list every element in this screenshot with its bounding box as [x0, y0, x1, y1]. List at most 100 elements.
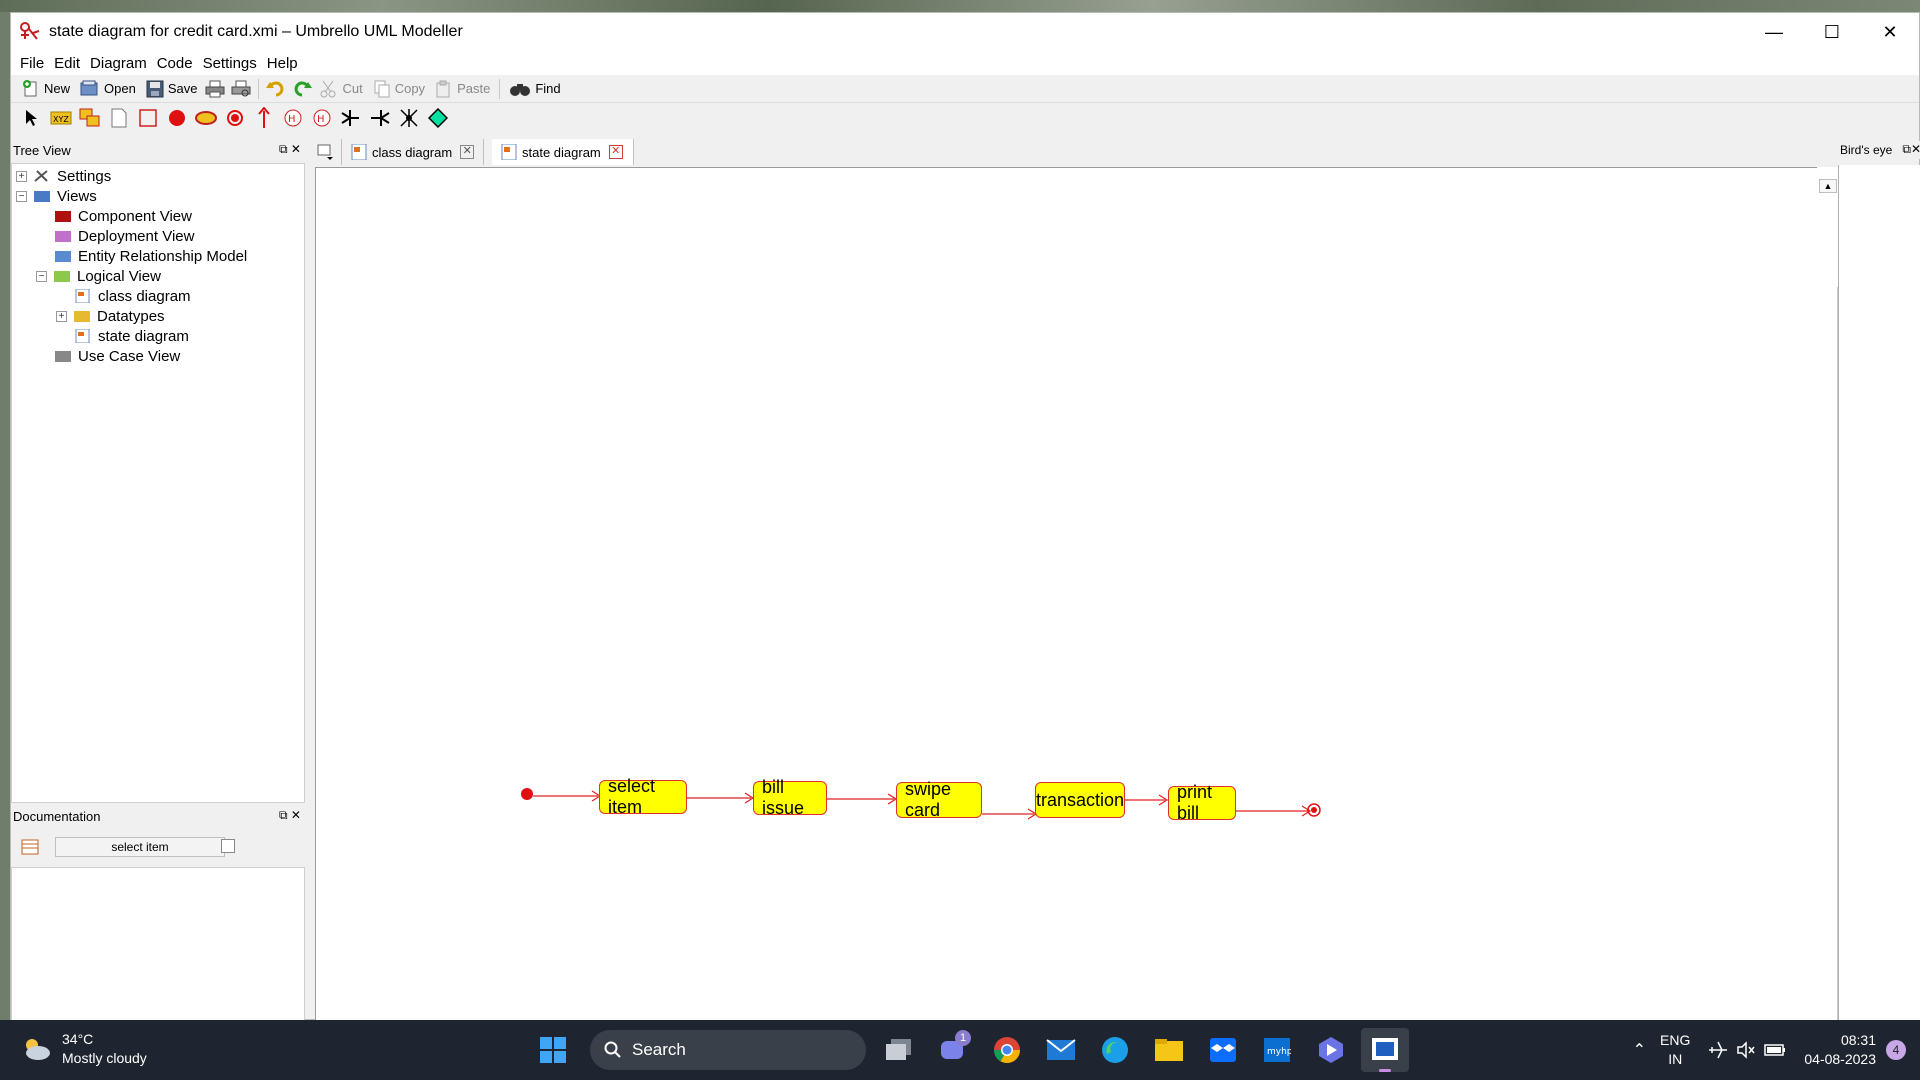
collapse-toggle[interactable]: −: [16, 190, 27, 202]
birds-eye-view[interactable]: [1838, 165, 1920, 1033]
documentation-checkbox[interactable]: [221, 839, 235, 853]
tree-item-entity-relationship-model[interactable]: Entity Relationship Model: [54, 246, 247, 266]
panel-float-close-controls[interactable]: ⧉ ✕: [279, 142, 301, 157]
select-tool[interactable]: [17, 104, 46, 132]
box-outline-tool[interactable]: [133, 104, 162, 132]
show-hidden-icons-button[interactable]: ⌃: [1633, 1040, 1646, 1060]
main-toolbar: New Open Save Cut Copy Paste Find: [11, 75, 1919, 103]
scroll-up-arrow-icon[interactable]: ▲: [1819, 179, 1837, 193]
initial-state[interactable]: [521, 788, 533, 800]
minimize-button[interactable]: —: [1745, 13, 1803, 51]
chrome-button[interactable]: [983, 1028, 1031, 1072]
tree-item-views[interactable]: − Views: [16, 186, 97, 206]
shallow-history-tool[interactable]: H: [307, 104, 336, 132]
menu-settings[interactable]: Settings: [203, 55, 257, 72]
final-state-icon: [226, 110, 243, 126]
box-tool[interactable]: [75, 104, 104, 132]
dropbox-button[interactable]: [1199, 1028, 1247, 1072]
documentation-item-name[interactable]: select item: [55, 837, 225, 857]
class-icon: [21, 839, 39, 855]
state-select-item[interactable]: select item: [599, 776, 687, 817]
print-button[interactable]: [202, 76, 228, 102]
mail-button[interactable]: [1037, 1028, 1085, 1072]
fork-tool[interactable]: [365, 104, 394, 132]
menu-edit[interactable]: Edit: [54, 55, 80, 72]
tree-item-logical-view[interactable]: − Logical View: [36, 266, 161, 286]
final-state-tool[interactable]: [220, 104, 249, 132]
undo-button[interactable]: [263, 76, 289, 102]
tab-class-diagram[interactable]: class diagram ✕: [342, 139, 484, 165]
state-tool[interactable]: [191, 104, 220, 132]
text-tool[interactable]: XYZ: [46, 104, 75, 132]
state-icon: [194, 111, 217, 125]
tree-item-state-diagram[interactable]: state diagram: [74, 326, 189, 346]
umbrello-taskbar-button[interactable]: [1361, 1028, 1409, 1072]
join-tool[interactable]: [336, 104, 365, 132]
state-swipe-card[interactable]: swipe card: [896, 779, 982, 820]
myhp-button[interactable]: myhp: [1253, 1028, 1301, 1072]
menu-code[interactable]: Code: [157, 55, 193, 72]
new-button[interactable]: New: [17, 76, 75, 102]
airplane-mode-icon[interactable]: [1708, 1041, 1728, 1059]
task-view-icon: [886, 1039, 911, 1060]
panel-float-close-controls[interactable]: ⧉✕: [1902, 142, 1920, 157]
paste-button[interactable]: Paste: [430, 76, 495, 102]
tree-item-component-view[interactable]: Component View: [54, 206, 192, 226]
diagram-tabs: class diagram ✕ state diagram ✕: [311, 139, 1847, 165]
tree-item-use-case-view[interactable]: Use Case View: [54, 346, 180, 366]
redo-button[interactable]: [289, 76, 315, 102]
close-tab-button[interactable]: ✕: [608, 145, 623, 159]
initial-state-tool[interactable]: [162, 104, 191, 132]
state-bill-issue[interactable]: bill issue: [753, 777, 827, 818]
tree-item-datatypes[interactable]: + Datatypes: [56, 306, 165, 326]
save-button[interactable]: Save: [141, 76, 203, 102]
close-window-button[interactable]: ✕: [1861, 13, 1919, 51]
start-button[interactable]: [529, 1028, 577, 1072]
menu-diagram[interactable]: Diagram: [90, 55, 147, 72]
print-preview-button[interactable]: [228, 76, 254, 102]
state-print-bill[interactable]: print bill: [1168, 782, 1236, 823]
panel-float-close-controls[interactable]: ⧉ ✕: [279, 808, 301, 823]
junction-tool[interactable]: [394, 104, 423, 132]
menu-file[interactable]: File: [20, 55, 44, 72]
chrome-icon: [993, 1037, 1021, 1064]
canvas-vertical-scrollbar[interactable]: ▲: [1817, 167, 1839, 1033]
menu-help[interactable]: Help: [267, 55, 298, 72]
tab-list-button[interactable]: [311, 139, 342, 165]
close-tab-button[interactable]: ✕: [460, 145, 475, 159]
note-tool[interactable]: [104, 104, 133, 132]
teams-chat-button[interactable]: 1: [929, 1028, 977, 1072]
volume-muted-icon[interactable]: [1736, 1041, 1756, 1059]
cut-button[interactable]: Cut: [315, 76, 367, 102]
expand-toggle[interactable]: +: [56, 310, 67, 322]
deep-history-tool[interactable]: H: [278, 104, 307, 132]
collapse-toggle[interactable]: −: [36, 270, 47, 282]
weather-widget[interactable]: 34°C Mostly cloudy: [20, 1030, 147, 1068]
notification-badge[interactable]: 4: [1886, 1040, 1906, 1060]
tab-state-diagram[interactable]: state diagram ✕: [492, 139, 634, 165]
state-transaction[interactable]: transaction: [1035, 782, 1125, 818]
copilot-button[interactable]: [1307, 1028, 1355, 1072]
tree-item-class-diagram[interactable]: class diagram: [74, 286, 191, 306]
edge-button[interactable]: [1091, 1028, 1139, 1072]
system-tray: ⌃ ENG IN 08:31 04-08-2023 4: [1633, 1020, 1920, 1080]
expand-toggle[interactable]: +: [16, 170, 27, 182]
task-view-button[interactable]: [875, 1028, 923, 1072]
file-explorer-button[interactable]: [1145, 1028, 1193, 1072]
battery-icon[interactable]: [1764, 1043, 1786, 1057]
find-button[interactable]: Find: [504, 76, 565, 102]
transition-tool[interactable]: [249, 104, 278, 132]
language-indicator[interactable]: ENG IN: [1660, 1031, 1690, 1069]
tree-item-deployment-view[interactable]: Deployment View: [54, 226, 194, 246]
clock[interactable]: 08:31 04-08-2023: [1804, 1031, 1876, 1069]
documentation-text-area[interactable]: [11, 867, 305, 1032]
maximize-button[interactable]: ☐: [1803, 13, 1861, 51]
choice-tool[interactable]: [423, 104, 452, 132]
documentation-title: Documentation: [13, 808, 101, 824]
tree-item-settings[interactable]: + Settings: [16, 166, 111, 186]
taskbar-search-box[interactable]: Search: [590, 1030, 866, 1070]
open-button[interactable]: Open: [75, 76, 141, 102]
copy-button[interactable]: Copy: [368, 76, 430, 102]
diagram-canvas[interactable]: select item bill issue swipe card transa…: [315, 167, 1839, 1033]
rectangle-icon: [138, 109, 157, 127]
